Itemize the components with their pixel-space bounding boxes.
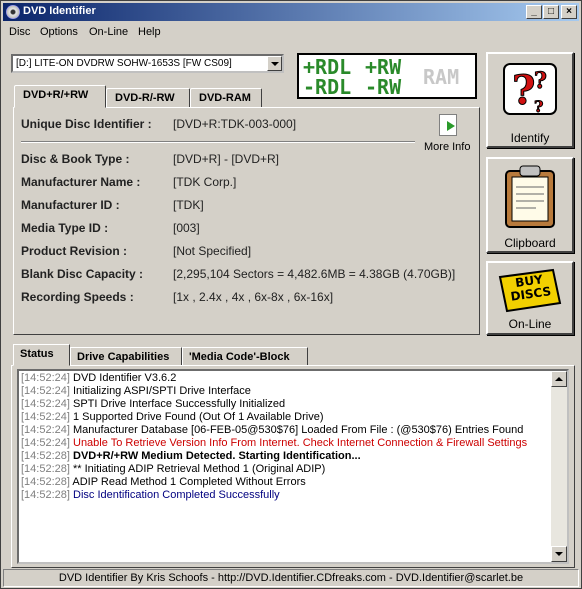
media-type-id-label: Media Type ID :	[21, 221, 109, 235]
tab-dvd-minus-r[interactable]: DVD-R/-RW	[106, 88, 190, 108]
log-line-success: [14:52:28] Disc Identification Completed…	[21, 489, 280, 501]
drive-select-value: [D:] LITE-ON DVDRW SOHW-1653S [FW CS09]	[16, 58, 232, 69]
menu-help[interactable]: Help	[138, 26, 161, 38]
log-line: [14:52:24] DVD Identifier V3.6.2	[21, 372, 177, 384]
menu-bar: Disc Options On-Line Help	[3, 23, 579, 41]
app-window: DVD Identifier _ □ × Disc Options On-Lin…	[0, 0, 582, 589]
dropdown-arrow-icon[interactable]	[267, 56, 282, 71]
log-line: [14:52:28] ** Initiating ADIP Retrieval …	[21, 463, 326, 475]
tab-dvd-ram[interactable]: DVD-RAM	[190, 88, 262, 108]
svg-text:?: ?	[512, 67, 535, 114]
recording-speeds-value: [1x , 2.4x , 4x , 6x-8x , 6x-16x]	[173, 290, 334, 304]
log-line-bold: [14:52:28] DVD+R/+RW Medium Detected. St…	[21, 450, 361, 462]
media-type-id-value: [003]	[173, 221, 200, 235]
maximize-button[interactable]: □	[543, 5, 559, 19]
format-logo: +RDL -RDL +RW -RW RAM	[297, 53, 477, 99]
log-line-error: [14:52:24] Unable To Retrieve Version In…	[21, 437, 528, 449]
log-line: [14:52:24] Manufacturer Database [06-FEB…	[21, 424, 524, 436]
svg-text:?: ?	[534, 68, 547, 94]
window-title: DVD Identifier	[23, 5, 96, 17]
log-scrollbar[interactable]	[551, 371, 567, 562]
manufacturer-id-value: [TDK]	[173, 198, 204, 212]
status-bar: DVD Identifier By Kris Schoofs - http://…	[3, 569, 579, 587]
blank-disc-capacity-value: [2,295,104 Sectors = 4,482.6MB = 4.38GB …	[173, 267, 456, 281]
logo-minus-rw: -RW	[365, 75, 402, 99]
clipboard-icon	[505, 165, 555, 228]
close-button[interactable]: ×	[561, 5, 577, 19]
manufacturer-name-label: Manufacturer Name :	[21, 175, 141, 189]
disc-book-type-label: Disc & Book Type :	[21, 152, 130, 166]
logo-plus-rw: +RW	[365, 55, 402, 79]
manufacturer-name-value: [TDK Corp.]	[173, 175, 237, 189]
menu-disc[interactable]: Disc	[9, 26, 30, 38]
online-label: On-Line	[508, 317, 552, 331]
manufacturer-id-label: Manufacturer ID :	[21, 198, 120, 212]
svg-text:?: ?	[534, 97, 543, 116]
disc-book-type-value: [DVD+R] - [DVD+R]	[173, 152, 280, 166]
identify-button[interactable]: ? ? ? Identify	[486, 52, 574, 148]
logo-minus-rdl: -RDL	[303, 75, 352, 99]
minimize-button[interactable]: _	[526, 5, 542, 19]
question-marks-icon: ? ? ?	[503, 63, 557, 117]
tab-dvd-plus-r[interactable]: DVD+R/+RW	[14, 85, 106, 108]
clipboard-label: Clipboard	[504, 236, 556, 250]
drive-select[interactable]: [D:] LITE-ON DVDRW SOHW-1653S [FW CS09]	[11, 54, 284, 73]
uid-value: [DVD+R:TDK-003-000]	[173, 117, 297, 131]
tab-media-code-block[interactable]: 'Media Code'-Block	[182, 347, 308, 366]
product-revision-label: Product Revision :	[21, 244, 128, 258]
uid-label: Unique Disc Identifier :	[21, 117, 152, 131]
scroll-up-button[interactable]	[551, 371, 567, 387]
log-line: [14:52:24] Initializing ASPI/SPTI Drive …	[21, 385, 251, 397]
identify-label: Identify	[510, 131, 550, 145]
log-line: [14:52:24] 1 Supported Drive Found (Out …	[21, 411, 324, 423]
menu-options[interactable]: Options	[40, 26, 78, 38]
arrow-down-icon	[555, 552, 563, 556]
title-bar[interactable]: DVD Identifier _ □ ×	[3, 3, 579, 21]
more-info-label[interactable]: More Info	[424, 141, 470, 153]
tab-status[interactable]: Status	[13, 344, 70, 366]
logo-plus-rdl: +RDL	[303, 55, 352, 79]
tab-drive-capabilities[interactable]: Drive Capabilities	[70, 347, 182, 366]
online-button[interactable]: BUY DISCS On-Line	[486, 261, 574, 335]
scroll-down-button[interactable]	[551, 546, 567, 562]
arrow-up-icon	[555, 377, 563, 381]
logo-ram: RAM	[423, 65, 460, 89]
log-line: [14:52:28] ADIP Read Method 1 Completed …	[21, 476, 306, 488]
clipboard-button[interactable]: Clipboard	[486, 157, 574, 253]
product-revision-value: [Not Specified]	[173, 244, 252, 258]
more-info-icon[interactable]	[439, 114, 457, 136]
recording-speeds-label: Recording Speeds :	[21, 290, 134, 304]
status-log[interactable]: [14:52:24] DVD Identifier V3.6.2 [14:52:…	[17, 369, 569, 564]
menu-online[interactable]: On-Line	[89, 26, 128, 38]
dvd-app-icon	[6, 5, 20, 19]
blank-disc-capacity-label: Blank Disc Capacity :	[21, 267, 144, 281]
log-line: [14:52:24] SPTI Drive Interface Successf…	[21, 398, 286, 410]
separator	[21, 141, 415, 143]
